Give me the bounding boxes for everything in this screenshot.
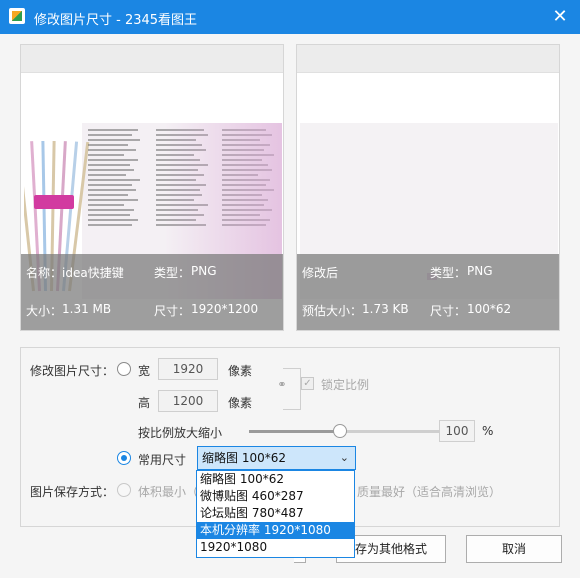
- original-size-label: 大小：: [26, 304, 63, 318]
- height-input[interactable]: 1200: [158, 390, 218, 412]
- preset-size-label: 常用尺寸: [138, 453, 187, 467]
- preset-size-dropdown[interactable]: 缩略图 100*62 微博贴图 460*287 论坛贴图 780*487 本机分…: [196, 470, 355, 558]
- preset-size-radio[interactable]: [117, 451, 131, 465]
- original-name-label: 名称：: [26, 266, 63, 280]
- custom-size-radio[interactable]: [117, 362, 131, 376]
- scale-unit: %: [482, 424, 494, 438]
- preset-selected-value: 缩略图 100*62: [202, 451, 286, 465]
- scale-slider-fill: [249, 430, 340, 433]
- width-input[interactable]: 1920: [158, 358, 218, 380]
- title-bar: 修改图片尺寸 - 2345看图王 ✕: [0, 0, 580, 34]
- preset-option[interactable]: 微博贴图 460*287: [197, 488, 354, 505]
- original-dim-label: 尺寸：: [154, 304, 191, 318]
- preset-option[interactable]: 1920*1080: [197, 539, 354, 556]
- height-label: 高: [138, 396, 151, 410]
- modified-dim-label: 尺寸：: [430, 304, 467, 318]
- modified-type-label: 类型：: [430, 266, 467, 280]
- preset-option[interactable]: 缩略图 100*62: [197, 471, 354, 488]
- smallest-size-radio[interactable]: [117, 483, 131, 497]
- lock-ratio-checkbox[interactable]: ✓: [301, 377, 314, 390]
- save-method-label: 图片保存方式：: [30, 485, 115, 499]
- preview-toolbar-strip: [297, 45, 559, 73]
- scale-slider-thumb[interactable]: [333, 424, 347, 438]
- preset-option-highlighted[interactable]: 本机分辨率 1920*1080: [197, 522, 354, 539]
- preset-size-select[interactable]: 缩略图 100*62 ⌄: [197, 446, 356, 470]
- app-logo-icon: [9, 8, 25, 24]
- scale-label: 按比例放大缩小: [138, 426, 223, 440]
- estimated-size-value: 1.73 KB: [362, 302, 409, 316]
- height-unit: 像素: [228, 396, 253, 410]
- original-dim-value: 1920*1200: [191, 302, 259, 316]
- preview-toolbar-strip: [21, 45, 283, 73]
- preset-option[interactable]: 论坛贴图 780*487: [197, 505, 354, 522]
- modified-label: 修改后: [302, 266, 339, 280]
- chevron-down-icon[interactable]: ⌄: [340, 447, 349, 469]
- modified-type-value: PNG: [467, 264, 493, 278]
- original-type-label: 类型：: [154, 266, 191, 280]
- original-name-value: idea快捷键: [62, 266, 124, 280]
- chain-link-icon: ⚭: [277, 376, 287, 394]
- original-size-value: 1.31 MB: [62, 302, 112, 316]
- original-info-overlay: 名称： idea快捷键 类型： PNG 大小： 1.31 MB 尺寸： 1920…: [21, 254, 283, 330]
- modified-info-overlay: 修改后 类型： PNG 预估大小： 1.73 KB 尺寸： 100*62: [297, 254, 559, 330]
- scale-input[interactable]: 100: [439, 420, 475, 442]
- scale-slider[interactable]: [249, 424, 455, 438]
- resize-section-label: 修改图片尺寸：: [30, 364, 115, 378]
- lock-ratio-label: 锁定比例: [321, 378, 370, 392]
- width-unit: 像素: [228, 364, 253, 378]
- close-icon[interactable]: ✕: [548, 5, 572, 29]
- cancel-button[interactable]: 取消: [466, 535, 562, 563]
- window-title: 修改图片尺寸 - 2345看图王: [34, 13, 198, 28]
- modified-preview-panel: 修改后 类型： PNG 预估大小： 1.73 KB 尺寸： 100*62: [296, 44, 560, 331]
- smallest-size-label: 体积最小（: [138, 485, 199, 499]
- modified-dim-value: 100*62: [467, 302, 512, 316]
- best-quality-label: 质量最好（适合高清浏览）: [357, 485, 502, 499]
- original-type-value: PNG: [191, 264, 217, 278]
- original-preview-panel: 名称： idea快捷键 类型： PNG 大小： 1.31 MB 尺寸： 1920…: [20, 44, 284, 331]
- width-label: 宽: [138, 364, 151, 378]
- estimated-size-label: 预估大小：: [302, 304, 363, 318]
